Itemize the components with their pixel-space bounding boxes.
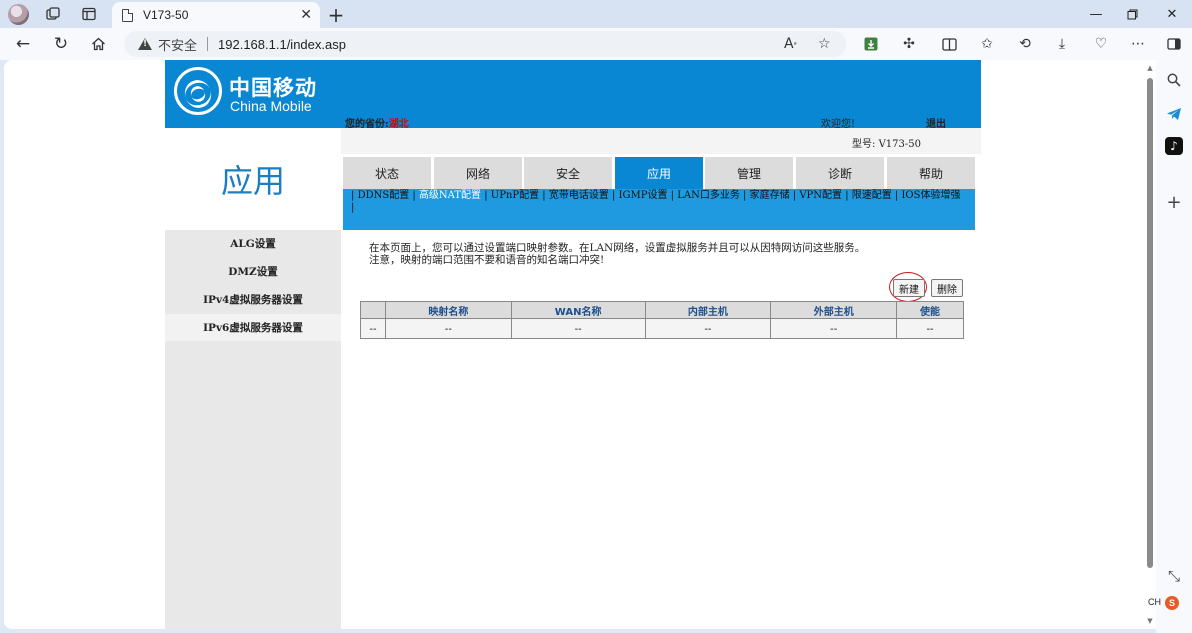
scroll-up-icon[interactable]: ▲ [1146, 64, 1154, 72]
left-panel: 应用 ALG设置 DMZ设置 IPv4虚拟服务器设置 IPv6虚拟服务器设置 [165, 128, 341, 629]
subnav-ios-enhance[interactable]: IOS体验增强 [901, 190, 960, 201]
description-line-1: 在本页面上，您可以通过设置端口映射参数。在LAN网络，设置虚拟服务并且可以从因特… [369, 242, 866, 254]
subnav-igmp[interactable]: IGMP设置 [619, 190, 668, 201]
address-toolbar: ← ↻ 不安全 192.168.1.1/index.asp Aᵃ ☆ ✣ ✩ ⟲… [0, 28, 1192, 60]
profile-avatar[interactable] [8, 4, 29, 25]
col-wan-name: WAN名称 [510, 301, 646, 319]
tab-network[interactable]: 网络 [434, 157, 522, 189]
tab-help[interactable]: 帮助 [887, 157, 975, 189]
table-cell: -- [896, 318, 964, 339]
restore-icon[interactable] [1114, 4, 1150, 24]
scrollbar-thumb[interactable] [1147, 78, 1153, 568]
table-cell: -- [510, 318, 646, 339]
header-banner: 中国移动 China Mobile 您的省份:湖北 欢迎您! 退出 [165, 60, 981, 130]
subnav-ddns[interactable]: DDNS配置 [358, 190, 410, 201]
table-cell: -- [360, 318, 386, 339]
new-tab-icon[interactable]: + [326, 3, 346, 27]
home-icon[interactable] [86, 32, 110, 56]
refresh-icon[interactable]: ↻ [49, 32, 73, 56]
extension-download-icon[interactable] [859, 32, 883, 56]
port-mapping-table: 映射名称 WAN名称 内部主机 外部主机 使能 -- -- -- -- -- -… [360, 301, 964, 339]
close-window-icon[interactable]: ✕ [1154, 4, 1190, 24]
address-bar[interactable]: 不安全 192.168.1.1/index.asp Aᵃ ☆ [124, 31, 846, 57]
new-button[interactable]: 新建 [893, 279, 925, 297]
subnav-upnp[interactable]: UPnP配置 [491, 190, 539, 201]
history-icon[interactable]: ⟲ [1013, 32, 1037, 56]
description-line-2: 注意，映射的端口范围不要和语音的知名端口冲突! [369, 254, 605, 266]
minimize-icon[interactable]: — [1078, 4, 1114, 24]
left-menu-item-dmz[interactable]: DMZ设置 [165, 258, 341, 286]
subnav-voip[interactable]: 宽带电话设置 [549, 190, 609, 201]
url-text[interactable]: 192.168.1.1/index.asp [218, 37, 346, 52]
model-text: 型号: V173-50 [852, 139, 921, 150]
telegram-icon[interactable] [1162, 102, 1186, 126]
subnav-rate-limit[interactable]: 限速配置 [852, 190, 892, 201]
favorites-icon[interactable]: ✩ [975, 32, 999, 56]
downloads-icon[interactable]: ⤓ [1050, 32, 1074, 56]
tab-status[interactable]: 状态 [343, 157, 431, 189]
collapse-sidebar-icon[interactable]: ⤡ [1162, 564, 1186, 588]
left-menu-item-alg[interactable]: ALG设置 [165, 230, 341, 258]
page-scrollbar[interactable]: ▲ ▼ [1145, 64, 1155, 625]
divider [207, 37, 209, 51]
left-menu-item-ipv6-virtual-server[interactable]: IPv6虚拟服务器设置 [165, 314, 341, 342]
browser-tab-active[interactable]: V173-50 ✕ [112, 2, 320, 28]
section-title: 应用 [165, 128, 341, 230]
add-icon[interactable]: + [1162, 190, 1186, 214]
col-internal-host: 内部主机 [644, 301, 772, 319]
favorite-star-icon[interactable]: ☆ [818, 31, 831, 57]
subnav-lan-multiservice[interactable]: LAN口多业务 [677, 190, 740, 201]
split-screen-icon[interactable] [937, 32, 961, 56]
subnav-home-storage[interactable]: 家庭存储 [750, 190, 790, 201]
browser-essentials-icon[interactable]: ♡ [1089, 32, 1113, 56]
insecure-label: 不安全 [158, 37, 198, 53]
table-row: -- -- -- -- -- -- [360, 318, 964, 339]
subnav-advanced-nat[interactable]: 高级NAT配置 [419, 190, 481, 201]
logo-english-text: China Mobile [230, 98, 312, 114]
col-mapping-name: 映射名称 [384, 301, 512, 319]
ime-sogou-icon[interactable]: S [1165, 596, 1179, 610]
browser-tab-bar: V173-50 ✕ + — ✕ [0, 0, 1192, 28]
tab-application[interactable]: 应用 [615, 157, 703, 189]
close-tab-icon[interactable]: ✕ [300, 7, 312, 23]
subnav-vpn[interactable]: VPN配置 [799, 190, 842, 201]
edge-sidebar: ♪ + ⤡ [1156, 60, 1192, 633]
tiktok-icon[interactable]: ♪ [1162, 134, 1186, 158]
table-cell: -- [644, 318, 772, 339]
sub-navigation: | DDNS配置 | 高级NAT配置 | UPnP配置 | 宽带电话设置 | I… [343, 189, 975, 230]
main-tabs: 状态 网络 安全 应用 管理 诊断 帮助 [343, 157, 975, 189]
ime-language[interactable]: CH [1148, 597, 1161, 607]
extensions-puzzle-icon[interactable]: ✣ [897, 32, 921, 56]
delete-button[interactable]: 删除 [931, 279, 963, 297]
warning-icon [138, 38, 152, 50]
left-menu: ALG设置 DMZ设置 IPv4虚拟服务器设置 IPv6虚拟服务器设置 [165, 230, 341, 342]
read-aloud-icon[interactable]: Aᵃ [784, 31, 797, 57]
table-cell: -- [384, 318, 512, 339]
col-select [360, 301, 386, 319]
tab-security[interactable]: 安全 [524, 157, 612, 189]
sidebar-toggle-icon[interactable] [1162, 32, 1186, 56]
tab-actions-icon[interactable] [78, 4, 100, 24]
workspaces-icon[interactable] [42, 4, 64, 24]
more-menu-icon[interactable]: ⋯ [1126, 32, 1150, 56]
scroll-down-icon[interactable]: ▼ [1146, 617, 1154, 625]
page-viewport: 中国移动 China Mobile 您的省份:湖北 欢迎您! 退出 应用 ALG… [4, 60, 1156, 629]
col-enable: 使能 [896, 301, 964, 319]
tab-title: V173-50 [143, 8, 189, 22]
search-icon[interactable] [1162, 68, 1186, 92]
tab-management[interactable]: 管理 [705, 157, 793, 189]
page-icon [122, 8, 133, 22]
model-bar: 型号: V173-50 [341, 128, 981, 154]
table-cell: -- [770, 318, 898, 339]
col-external-host: 外部主机 [770, 301, 898, 319]
china-mobile-logo-icon [174, 67, 222, 115]
table-header-row: 映射名称 WAN名称 内部主机 外部主机 使能 [360, 301, 964, 319]
description: 在本页面上，您可以通过设置端口映射参数。在LAN网络，设置虚拟服务并且可以从因特… [369, 242, 969, 266]
back-icon[interactable]: ← [11, 32, 35, 56]
router-admin-page: 中国移动 China Mobile 您的省份:湖北 欢迎您! 退出 应用 ALG… [165, 60, 981, 629]
left-menu-item-ipv4-virtual-server[interactable]: IPv4虚拟服务器设置 [165, 286, 341, 314]
tab-diagnostics[interactable]: 诊断 [796, 157, 884, 189]
